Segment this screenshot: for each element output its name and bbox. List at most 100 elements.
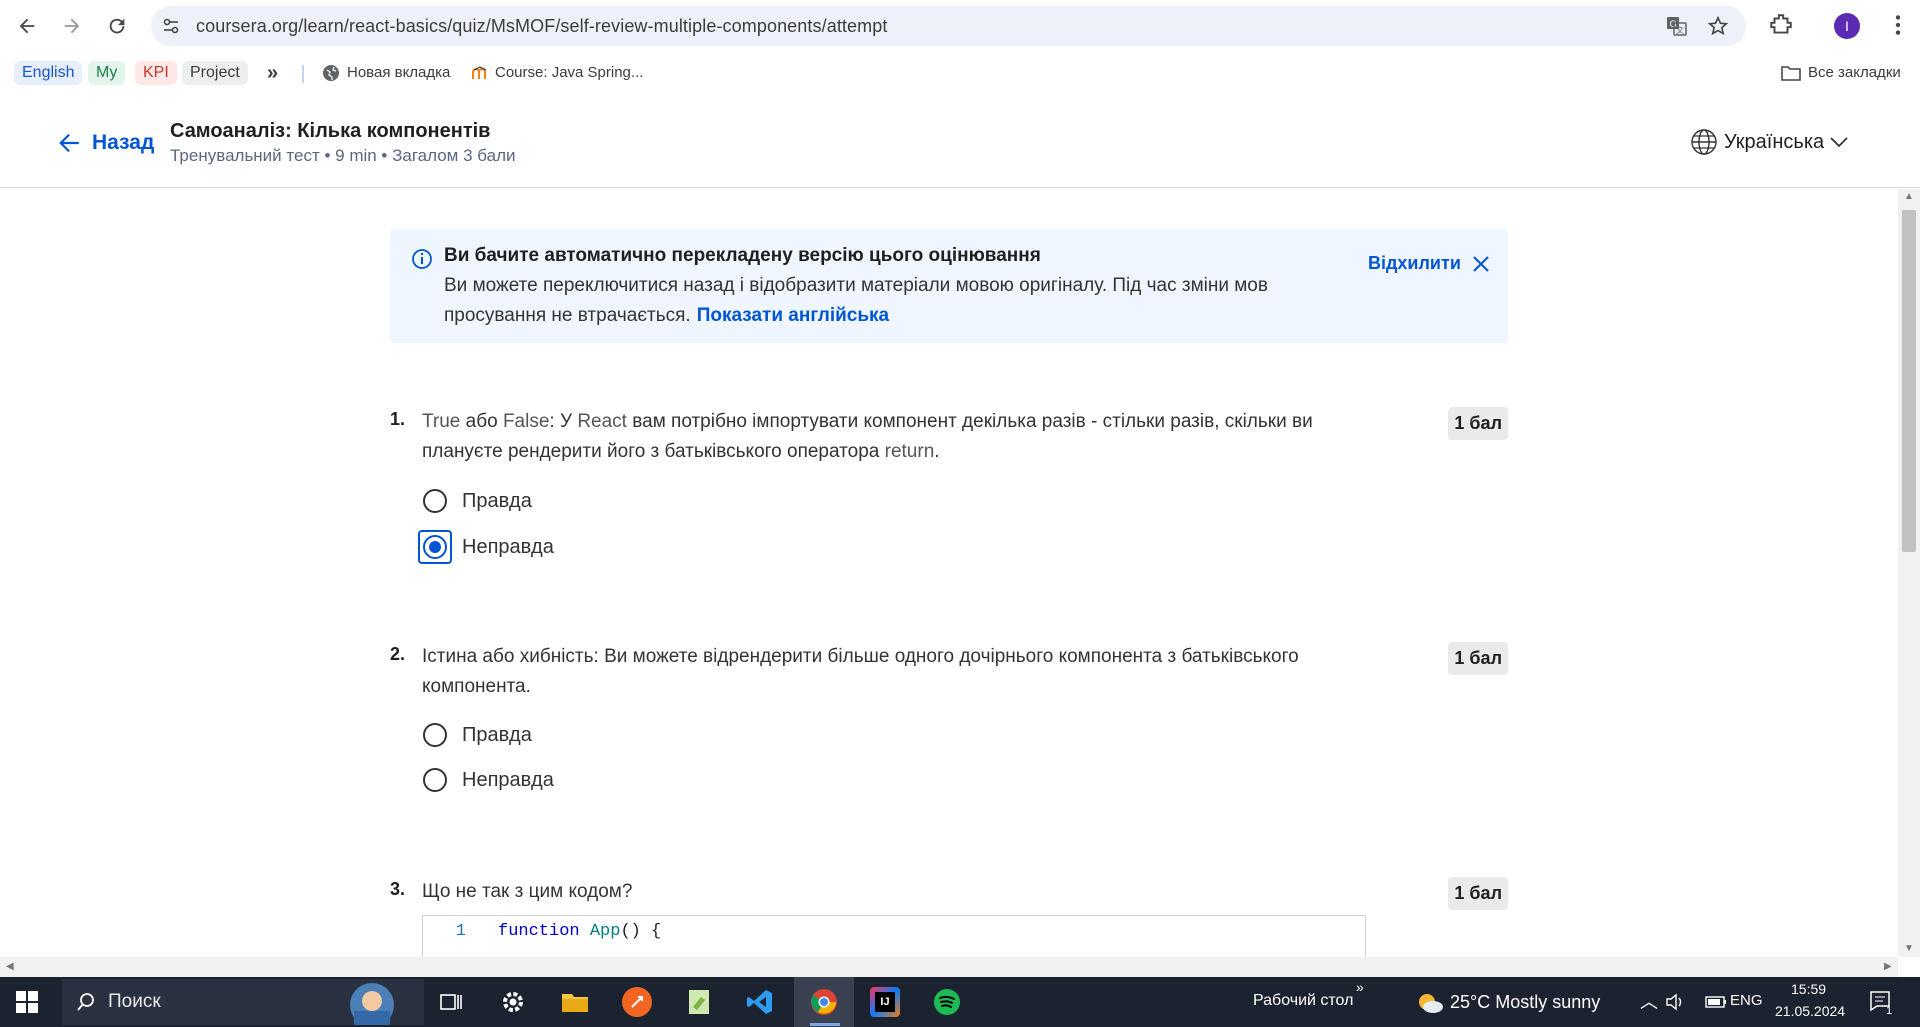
back-link-label: Назад xyxy=(92,131,155,154)
bookmark-kpi[interactable]: KPI xyxy=(135,61,177,85)
horizontal-scrollbar[interactable]: ◀ ▶ xyxy=(0,957,1898,977)
windows-start-icon[interactable] xyxy=(16,991,38,1013)
intellij-glyph-icon: IJ xyxy=(875,992,895,1012)
question-number: 3. xyxy=(390,879,406,899)
tray-chevron-up-icon[interactable]: ︿ xyxy=(1640,988,1658,1014)
notepad-plus-icon[interactable] xyxy=(684,987,714,1017)
all-bookmarks-label: Все закладки xyxy=(1808,64,1901,81)
question-text-part: або xyxy=(460,411,503,432)
option-true[interactable]: Правда xyxy=(418,481,532,521)
back-link[interactable]: Назад xyxy=(56,130,154,156)
vertical-scrollbar[interactable]: ▲ ▼ xyxy=(1898,189,1920,957)
weather-sunny-icon[interactable] xyxy=(1416,991,1444,1015)
clock-time[interactable]: 15:59 xyxy=(1791,981,1826,997)
page-title: Самоаналіз: Кілька компонентів xyxy=(170,120,491,142)
dismiss-label: Відхилити xyxy=(1368,253,1461,273)
bookmarks-separator xyxy=(302,65,304,83)
bookmark-star-icon[interactable] xyxy=(1707,15,1729,37)
scroll-left-icon[interactable]: ◀ xyxy=(6,961,14,972)
bookmark-my[interactable]: My xyxy=(88,61,126,85)
input-language[interactable]: ENG xyxy=(1730,992,1763,1009)
radio-wrapper xyxy=(418,763,452,797)
moodle-icon xyxy=(472,66,487,79)
intellij-icon[interactable]: IJ xyxy=(870,987,900,1017)
folder-icon xyxy=(1781,66,1801,81)
reload-button[interactable] xyxy=(101,10,133,42)
svg-text:文: 文 xyxy=(1676,25,1684,35)
translate-icon[interactable]: G 文 xyxy=(1666,15,1688,37)
option-false[interactable]: Неправда xyxy=(418,527,554,567)
settings-gear-icon[interactable] xyxy=(498,987,528,1017)
postman-rocket-icon xyxy=(631,996,643,1008)
bookmarks-overflow-chevron[interactable]: » xyxy=(267,61,278,85)
question-number: 1. xyxy=(390,409,406,429)
bookmark-java-spring-label: Course: Java Spring... xyxy=(495,64,644,81)
back-nav-button[interactable] xyxy=(11,10,43,42)
chevron-down-icon xyxy=(1830,137,1848,148)
scroll-right-icon[interactable]: ▶ xyxy=(1884,961,1892,972)
code-line: 1 function App() { xyxy=(423,922,661,946)
code-function-name: App xyxy=(589,922,621,941)
quiz-header: Назад Самоаналіз: Кілька компонентів Тре… xyxy=(0,92,1920,188)
weather-text[interactable]: 25°C Mostly sunny xyxy=(1450,992,1600,1013)
battery-icon[interactable] xyxy=(1705,993,1727,1011)
radio-wrapper xyxy=(418,718,452,752)
desktop-toolbar-chevron[interactable]: » xyxy=(1356,979,1364,995)
close-icon xyxy=(1473,255,1489,272)
file-explorer-icon[interactable] xyxy=(560,987,590,1017)
scrollbar-thumb[interactable] xyxy=(1902,210,1916,552)
vscode-icon[interactable] xyxy=(745,987,775,1017)
option-label: Неправда xyxy=(462,768,554,791)
browser-menu-icon[interactable] xyxy=(1893,12,1903,38)
code-rest: () { xyxy=(620,922,662,941)
search-highlight-icon xyxy=(350,983,394,1025)
url-text: coursera.org/learn/react-basics/quiz/MsM… xyxy=(196,16,888,36)
spotify-icon[interactable] xyxy=(932,987,962,1017)
profile-avatar[interactable]: I xyxy=(1834,13,1860,39)
code-editor[interactable]: 1 function App() { xyxy=(422,915,1366,957)
task-view-icon[interactable] xyxy=(436,987,466,1017)
forward-nav-button[interactable] xyxy=(56,10,88,42)
bookmark-java-spring[interactable]: Course: Java Spring... xyxy=(472,61,643,85)
search-icon xyxy=(77,993,94,1011)
code-keyword: function xyxy=(498,922,580,941)
radio-button-selected[interactable] xyxy=(423,535,447,559)
taskbar-search[interactable]: Поиск xyxy=(62,979,424,1025)
clock-date[interactable]: 21.05.2024 xyxy=(1775,1003,1845,1019)
scroll-down-icon[interactable]: ▼ xyxy=(1904,943,1914,954)
option-true[interactable]: Правда xyxy=(418,715,532,755)
chrome-icon[interactable] xyxy=(809,987,839,1017)
globe-icon xyxy=(323,65,339,81)
banner-body: Ви можете переключитися назад і відобраз… xyxy=(444,271,1324,331)
radio-button[interactable] xyxy=(423,723,447,747)
search-placeholder: Поиск xyxy=(108,991,161,1012)
dismiss-button[interactable]: Відхилити xyxy=(1368,253,1489,274)
question-text: Що не так з цим кодом? xyxy=(422,881,633,902)
radio-button[interactable] xyxy=(423,768,447,792)
code-text: function App() { xyxy=(478,922,661,946)
show-english-link[interactable]: Показати англійська xyxy=(697,305,889,326)
extensions-icon[interactable] xyxy=(1768,12,1794,38)
postman-icon[interactable] xyxy=(622,987,652,1017)
site-settings-icon[interactable] xyxy=(161,16,181,36)
all-bookmarks[interactable]: Все закладки xyxy=(1781,61,1901,85)
bookmark-new-tab[interactable]: Новая вкладка xyxy=(322,61,450,85)
option-label: Правда xyxy=(462,723,532,746)
scroll-up-icon[interactable]: ▲ xyxy=(1904,191,1914,202)
question-1: 1. True або False: У React вам потрібно … xyxy=(390,407,1508,609)
bookmark-project[interactable]: Project xyxy=(182,61,248,85)
question-text-part: React xyxy=(577,411,627,432)
bookmark-english[interactable]: English xyxy=(14,61,83,85)
question-number: 2. xyxy=(390,644,406,664)
translation-banner: Ви бачите автоматично перекладену версію… xyxy=(390,229,1508,343)
option-false[interactable]: Неправда xyxy=(418,760,554,800)
quiz-meta: Тренувальний тест • 9 min • Загалом 3 ба… xyxy=(170,146,516,165)
language-selector[interactable]: Українська xyxy=(1690,128,1848,156)
radio-button[interactable] xyxy=(423,489,447,513)
desktop-toolbar-label[interactable]: Рабочий стол xyxy=(1253,992,1353,1010)
option-label: Правда xyxy=(462,489,532,512)
speaker-icon[interactable] xyxy=(1665,992,1685,1012)
address-bar[interactable]: coursera.org/learn/react-basics/quiz/MsM… xyxy=(151,6,1746,46)
question-text-part: True xyxy=(422,411,461,432)
arrow-left-icon xyxy=(59,133,79,153)
